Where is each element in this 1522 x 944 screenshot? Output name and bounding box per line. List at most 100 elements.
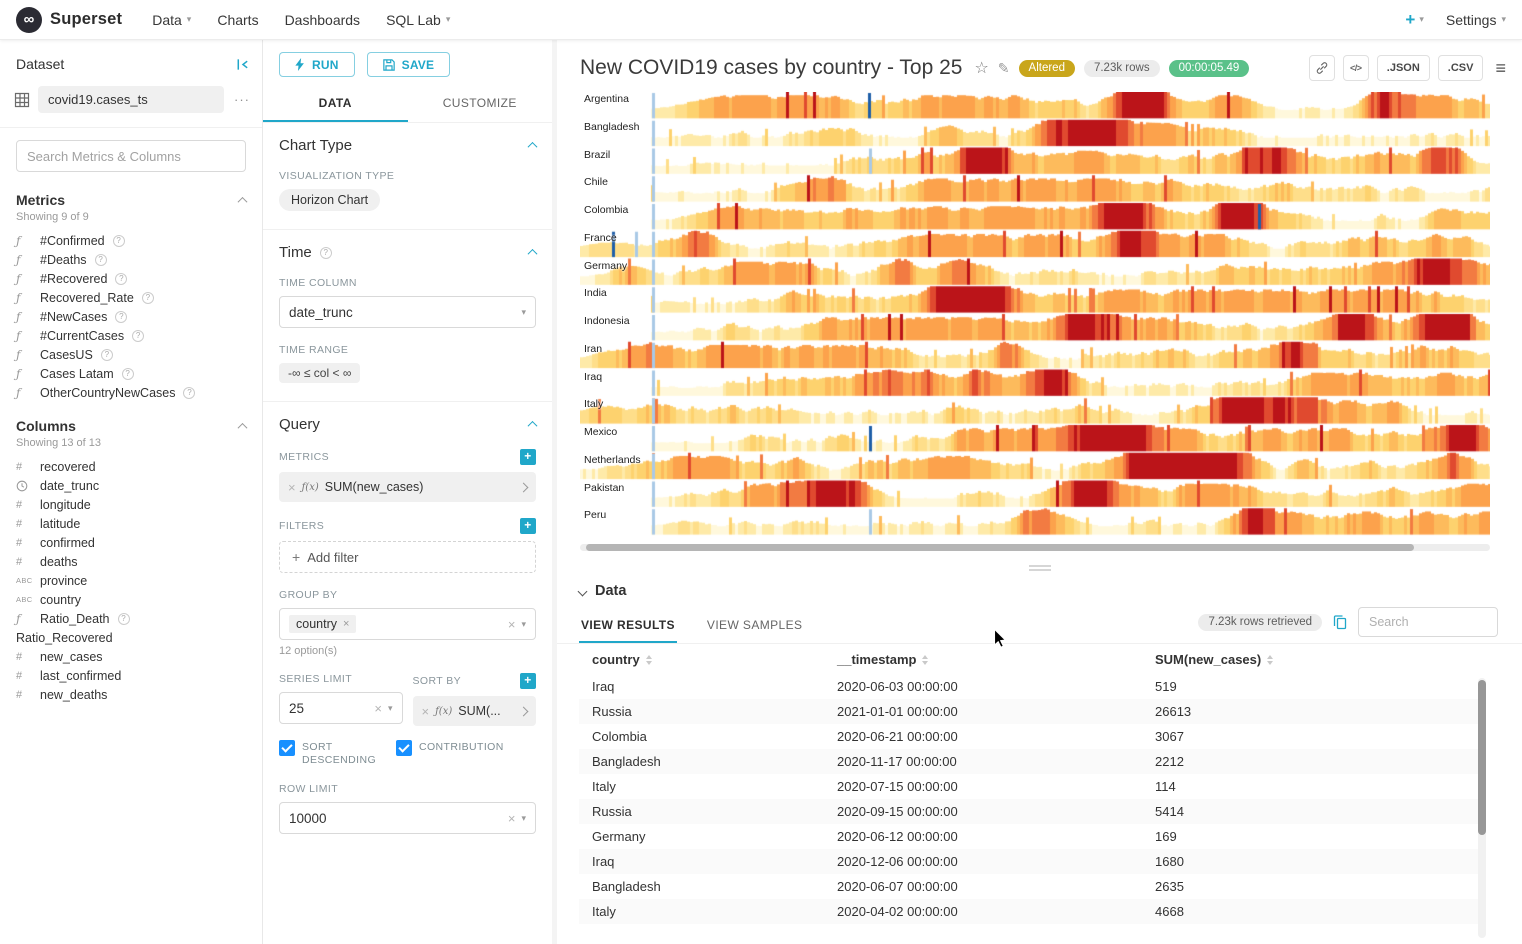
chart-horizontal-scrollbar[interactable] bbox=[580, 544, 1490, 551]
horizon-chart[interactable]: ArgentinaBangladeshBrazilChileColombiaFr… bbox=[580, 92, 1490, 536]
column-item[interactable]: #recovered bbox=[0, 457, 262, 476]
group-by-tag[interactable]: country × bbox=[289, 615, 356, 633]
remove-icon[interactable]: × bbox=[343, 618, 349, 630]
copy-icon[interactable] bbox=[1332, 614, 1348, 630]
chevron-right-icon[interactable] bbox=[519, 706, 529, 716]
clear-icon[interactable]: × bbox=[508, 618, 516, 631]
row-limit-select[interactable]: 10000 × ▾ bbox=[279, 802, 536, 834]
sort-icons[interactable] bbox=[646, 655, 652, 665]
remove-icon[interactable]: × bbox=[422, 705, 430, 718]
clear-icon[interactable]: × bbox=[374, 702, 382, 715]
tab-view-results[interactable]: VIEW RESULTS bbox=[579, 608, 677, 643]
chevron-right-icon[interactable] bbox=[519, 482, 529, 492]
table-row[interactable]: Germany2020-06-12 00:00:00169 bbox=[579, 824, 1478, 849]
contribution-checkbox[interactable]: CONTRIBUTION bbox=[396, 740, 495, 756]
column-item[interactable]: ABCprovince bbox=[0, 571, 262, 590]
nav-item-sql-lab[interactable]: SQL Lab▾ bbox=[386, 12, 450, 28]
chevron-up-icon[interactable] bbox=[238, 422, 248, 432]
chevron-up-icon[interactable] bbox=[528, 421, 538, 431]
column-item[interactable]: #deaths bbox=[0, 552, 262, 571]
sort-icons[interactable] bbox=[922, 655, 928, 665]
more-options-icon[interactable]: ··· bbox=[232, 92, 252, 107]
group-by-select[interactable]: country × × ▾ bbox=[279, 608, 536, 640]
chevron-up-icon[interactable] bbox=[528, 249, 538, 259]
edit-icon[interactable]: ✎ bbox=[998, 60, 1010, 77]
column-item[interactable]: #new_deaths bbox=[0, 685, 262, 704]
viz-type-pill[interactable]: Horizon Chart bbox=[279, 189, 380, 211]
table-row[interactable]: Bangladesh2020-06-07 00:00:002635 bbox=[579, 874, 1478, 899]
settings-menu[interactable]: Settings ▾ bbox=[1446, 12, 1506, 28]
table-row[interactable]: Colombia2020-06-21 00:00:003067 bbox=[579, 724, 1478, 749]
column-item[interactable]: #latitude bbox=[0, 514, 262, 533]
table-row[interactable]: Russia2020-09-15 00:00:005414 bbox=[579, 799, 1478, 824]
add-metric-button[interactable]: + bbox=[520, 449, 536, 465]
column-item[interactable]: Ratio_Recovered bbox=[0, 628, 262, 647]
export-json-button[interactable]: .JSON bbox=[1377, 55, 1430, 81]
sort-descending-checkbox[interactable]: SORT DESCENDING bbox=[279, 740, 378, 767]
column-item[interactable]: #confirmed bbox=[0, 533, 262, 552]
add-sort-button[interactable]: + bbox=[520, 673, 536, 689]
data-section-header[interactable]: Data bbox=[557, 573, 1522, 603]
nav-item-charts[interactable]: Charts bbox=[217, 12, 258, 28]
column-item[interactable]: date_trunc bbox=[0, 476, 262, 495]
collapse-panel-icon[interactable] bbox=[235, 57, 250, 72]
column-header-country[interactable]: country bbox=[592, 652, 640, 667]
run-button[interactable]: RUN bbox=[279, 52, 355, 77]
remove-icon[interactable]: × bbox=[288, 481, 296, 494]
column-item[interactable]: #last_confirmed bbox=[0, 666, 262, 685]
sort-by-pill[interactable]: × ƒ(x) SUM(... bbox=[413, 696, 537, 726]
nav-item-data[interactable]: Data▾ bbox=[152, 12, 191, 28]
time-column-select[interactable]: date_trunc ▾ bbox=[279, 296, 536, 328]
share-link-button[interactable] bbox=[1309, 55, 1335, 81]
series-limit-select[interactable]: 25 × ▾ bbox=[279, 692, 403, 724]
column-item[interactable]: #new_cases bbox=[0, 647, 262, 666]
metric-item[interactable]: ƒ#Deaths? bbox=[0, 250, 262, 269]
tab-customize[interactable]: CUSTOMIZE bbox=[408, 87, 553, 122]
scrollbar-thumb[interactable] bbox=[586, 544, 1414, 551]
table-vertical-scrollbar[interactable] bbox=[1478, 678, 1486, 938]
scrollbar-thumb[interactable] bbox=[1478, 680, 1486, 835]
metric-item[interactable]: ƒOtherCountryNewCases? bbox=[0, 383, 262, 402]
table-row[interactable]: Italy2020-04-02 00:00:004668 bbox=[579, 899, 1478, 924]
favorite-star-icon[interactable]: ☆ bbox=[974, 58, 988, 78]
panel-resize-handle[interactable] bbox=[1029, 565, 1051, 571]
metric-item[interactable]: ƒ#CurrentCases? bbox=[0, 326, 262, 345]
column-header-timestamp[interactable]: __timestamp bbox=[837, 652, 916, 667]
nav-item-dashboards[interactable]: Dashboards bbox=[285, 12, 361, 28]
chevron-up-icon[interactable] bbox=[238, 196, 248, 206]
table-row[interactable]: Russia2021-01-01 00:00:0026613 bbox=[579, 699, 1478, 724]
dataset-name[interactable]: covid19.cases_ts bbox=[38, 86, 224, 113]
metric-item[interactable]: ƒ#Recovered? bbox=[0, 269, 262, 288]
metric-item[interactable]: ƒCasesUS? bbox=[0, 345, 262, 364]
time-range-pill[interactable]: -∞ ≤ col < ∞ bbox=[279, 363, 360, 383]
new-dropdown-button[interactable]: + ▾ bbox=[1405, 11, 1423, 28]
table-search-input[interactable] bbox=[1358, 607, 1498, 637]
column-item[interactable]: ABCcountry bbox=[0, 590, 262, 609]
chevron-down-icon[interactable] bbox=[578, 586, 588, 596]
chart-menu-icon[interactable]: ≡ bbox=[1495, 58, 1506, 79]
table-row[interactable]: Iraq2020-06-03 00:00:00519 bbox=[579, 674, 1478, 699]
clear-icon[interactable]: × bbox=[508, 812, 516, 825]
table-row[interactable]: Italy2020-07-15 00:00:00114 bbox=[579, 774, 1478, 799]
tab-view-samples[interactable]: VIEW SAMPLES bbox=[705, 608, 805, 643]
metric-pill[interactable]: × ƒ(x) SUM(new_cases) bbox=[279, 472, 536, 502]
sort-icons[interactable] bbox=[1267, 655, 1273, 665]
search-metrics-columns-input[interactable] bbox=[16, 140, 246, 172]
save-button[interactable]: SAVE bbox=[367, 52, 451, 77]
embed-code-button[interactable]: </> bbox=[1343, 55, 1369, 81]
horizon-canvas[interactable] bbox=[580, 92, 1490, 536]
brand[interactable]: ∞ Superset bbox=[16, 7, 122, 33]
metric-item[interactable]: ƒ#Confirmed? bbox=[0, 231, 262, 250]
add-filter-button[interactable]: + bbox=[520, 518, 536, 534]
table-row[interactable]: Iraq2020-12-06 00:00:001680 bbox=[579, 849, 1478, 874]
add-filter-control[interactable]: + Add filter bbox=[279, 541, 536, 573]
table-row[interactable]: Bangladesh2020-11-17 00:00:002212 bbox=[579, 749, 1478, 774]
column-item[interactable]: ƒRatio_Death? bbox=[0, 609, 262, 628]
export-csv-button[interactable]: .CSV bbox=[1438, 55, 1484, 81]
column-header-sum-new-cases[interactable]: SUM(new_cases) bbox=[1155, 652, 1261, 667]
metric-item[interactable]: ƒCases Latam? bbox=[0, 364, 262, 383]
metric-item[interactable]: ƒ#NewCases? bbox=[0, 307, 262, 326]
altered-badge[interactable]: Altered bbox=[1019, 60, 1075, 77]
column-item[interactable]: #longitude bbox=[0, 495, 262, 514]
metric-item[interactable]: ƒRecovered_Rate? bbox=[0, 288, 262, 307]
